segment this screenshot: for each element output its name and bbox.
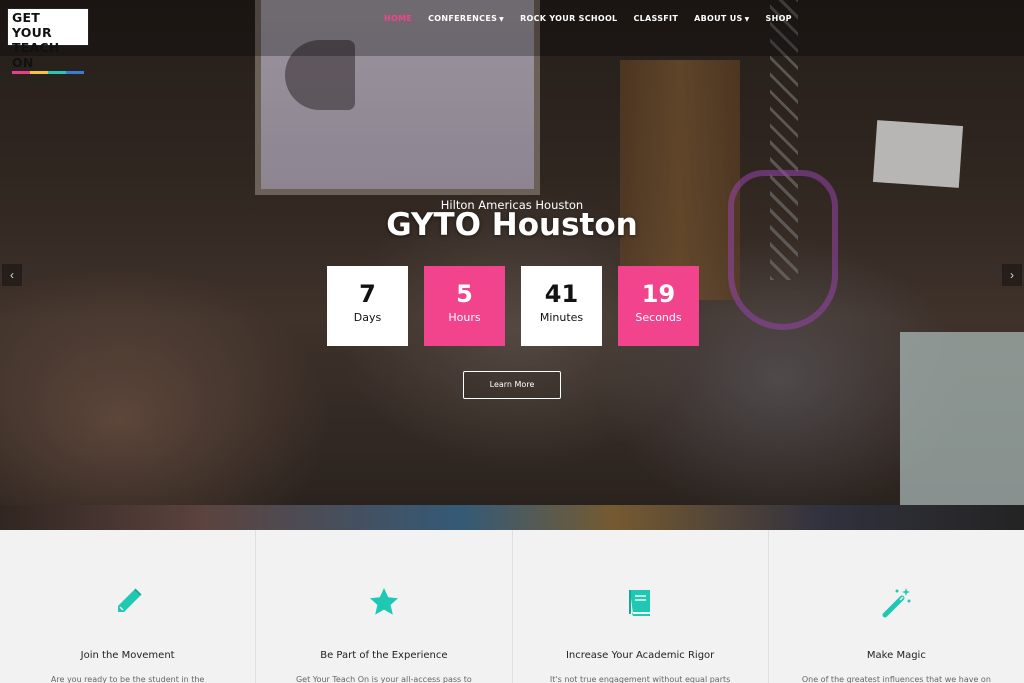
site-logo[interactable]: GET YOUR TEACH ON bbox=[7, 8, 89, 74]
magic-wand-icon bbox=[882, 588, 911, 618]
feature-increase-academic-rigor: Increase Your Academic Rigor It's not tr… bbox=[513, 530, 769, 683]
countdown-label: Minutes bbox=[539, 311, 584, 324]
countdown-value: 5 bbox=[456, 280, 473, 308]
feature-be-part-of-the-experience: Be Part of the Experience Get Your Teach… bbox=[256, 530, 513, 683]
learn-more-button[interactable]: Learn More bbox=[463, 371, 561, 399]
feature-text: Get Your Teach On is your all-access pas… bbox=[295, 675, 472, 683]
chevron-down-icon: ▼ bbox=[744, 16, 750, 23]
nav-item-rock-your-school[interactable]: ROCK YOUR SCHOOL bbox=[520, 14, 617, 23]
book-icon bbox=[629, 590, 651, 616]
feature-make-magic: Make Magic One of the greatest influence… bbox=[769, 530, 1024, 683]
feature-title: Increase Your Academic Rigor bbox=[565, 650, 715, 661]
countdown-minutes: 41 Minutes bbox=[521, 266, 602, 346]
countdown-value: 19 bbox=[641, 280, 676, 308]
slider-next-arrow-icon[interactable]: › bbox=[1002, 264, 1022, 286]
countdown-label: Seconds bbox=[635, 311, 682, 324]
features-section: Join the Movement Are you ready to be th… bbox=[0, 530, 1024, 683]
hero-banner: GET YOUR TEACH ON HOME CONFERENCES ▼ ROCK… bbox=[0, 0, 1024, 530]
logo-line-2: TEACH ON bbox=[12, 40, 60, 70]
feature-title: Be Part of the Experience bbox=[320, 650, 448, 661]
nav-item-classfit[interactable]: CLASSFIT bbox=[633, 14, 678, 23]
nav-item-label: SHOP bbox=[765, 14, 792, 23]
nav-item-label: CONFERENCES bbox=[428, 14, 498, 23]
countdown-label: Hours bbox=[448, 311, 481, 324]
nav-item-label: HOME bbox=[384, 14, 413, 23]
nav-item-about-us[interactable]: ABOUT US ▼ bbox=[694, 14, 749, 23]
pencil-icon bbox=[117, 588, 142, 612]
nav-item-label: CLASSFIT bbox=[633, 14, 679, 23]
nav-item-label: ROCK YOUR SCHOOL bbox=[520, 14, 618, 23]
top-navbar: GET YOUR TEACH ON HOME CONFERENCES ▼ ROCK… bbox=[0, 0, 1024, 74]
logo-line-1: GET YOUR bbox=[12, 10, 52, 40]
star-icon bbox=[369, 588, 398, 615]
slider-prev-arrow-icon[interactable]: ‹ bbox=[2, 264, 22, 286]
nav-item-home[interactable]: HOME bbox=[384, 14, 412, 23]
countdown-hours: 5 Hours bbox=[424, 266, 505, 346]
feature-text: Are you ready to be the student in the bbox=[50, 675, 205, 683]
feature-join-the-movement: Join the Movement Are you ready to be th… bbox=[0, 530, 257, 683]
logo-color-rule bbox=[12, 71, 84, 74]
feature-title: Join the Movement bbox=[80, 650, 175, 661]
feature-title: Make Magic bbox=[866, 650, 926, 661]
hero-overlay bbox=[0, 0, 1024, 530]
chevron-down-icon: ▼ bbox=[499, 16, 505, 23]
countdown-value: 41 bbox=[544, 280, 579, 308]
countdown-timer: 7 Days 5 Hours 41 Minutes 19 Seconds bbox=[327, 266, 699, 346]
countdown-label: Days bbox=[353, 311, 382, 324]
nav-item-label: ABOUT US bbox=[694, 14, 743, 23]
nav-item-conferences[interactable]: CONFERENCES ▼ bbox=[428, 14, 504, 23]
countdown-value: 7 bbox=[359, 280, 376, 308]
countdown-seconds: 19 Seconds bbox=[618, 266, 699, 346]
countdown-days: 7 Days bbox=[327, 266, 408, 346]
feature-text: One of the greatest influences that we h… bbox=[801, 675, 991, 683]
hero-title: GYTO Houston bbox=[386, 207, 638, 243]
nav-item-shop[interactable]: SHOP bbox=[766, 14, 792, 23]
main-nav: HOME CONFERENCES ▼ ROCK YOUR SCHOOL CLASS… bbox=[384, 14, 808, 23]
feature-text: It's not true engagement without equal p… bbox=[549, 675, 731, 683]
